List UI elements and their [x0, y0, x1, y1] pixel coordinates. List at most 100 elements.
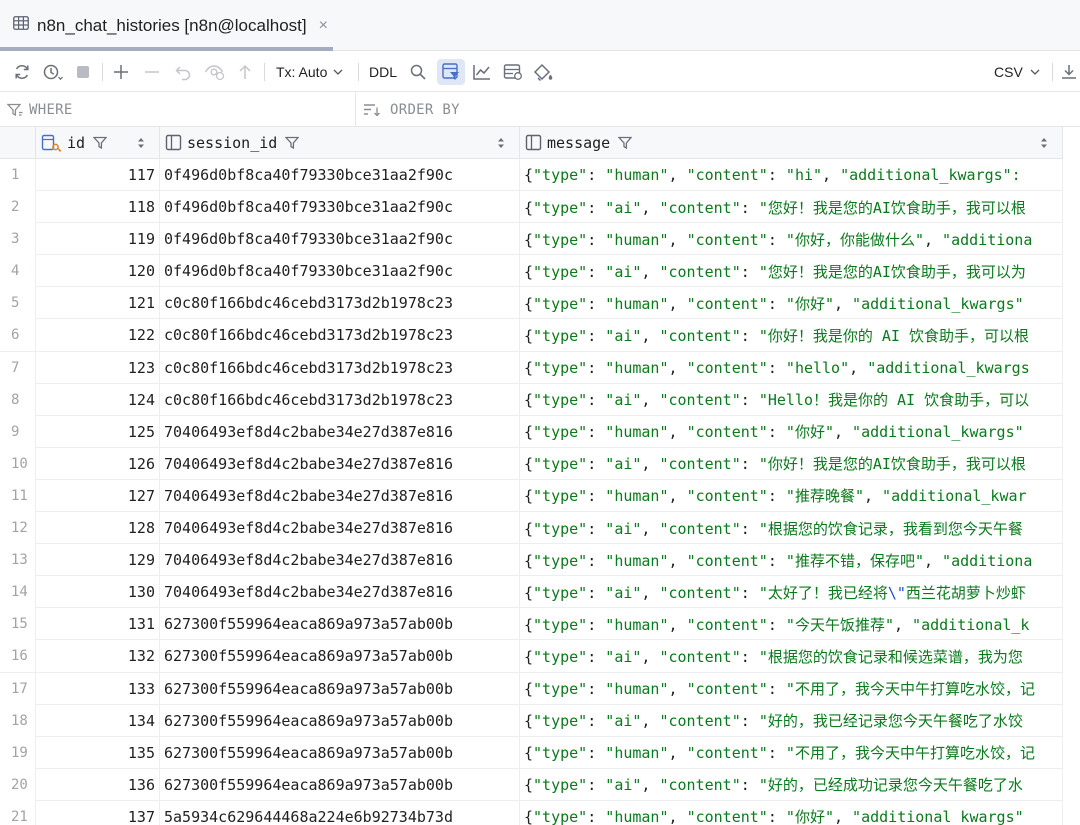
table-row[interactable]: 2 118 0f496d0bf8ca40f79330bce31aa2f90c {… — [0, 191, 1063, 224]
table-row[interactable]: 16 132 627300f559964eaca869a973a57ab00b … — [0, 640, 1063, 673]
cell-session-id[interactable]: 627300f559964eaca869a973a57ab00b — [160, 736, 520, 769]
table-row[interactable]: 10 126 70406493ef8d4c2babe34e27d387e816 … — [0, 447, 1063, 480]
cell-id[interactable]: 128 — [36, 512, 160, 545]
cell-message[interactable]: {"type": "ai", "content": "根据您的饮食记录和候选菜谱… — [520, 640, 1063, 673]
table-row[interactable]: 14 130 70406493ef8d4c2babe34e27d387e816 … — [0, 576, 1063, 609]
table-row[interactable]: 11 127 70406493ef8d4c2babe34e27d387e816 … — [0, 479, 1063, 513]
cell-id[interactable]: 134 — [36, 704, 160, 737]
cell-message[interactable]: {"type": "ai", "content": "您好！我是您的AI饮食助手… — [520, 191, 1063, 224]
cell-id[interactable]: 126 — [36, 447, 160, 480]
cell-message[interactable]: {"type": "human", "content": "你好", "addi… — [520, 287, 1063, 320]
table-row[interactable]: 3 119 0f496d0bf8ca40f79330bce31aa2f90c {… — [0, 223, 1063, 256]
cell-message[interactable]: {"type": "ai", "content": "好的，已经成功记录您今天午… — [520, 768, 1063, 801]
cell-message[interactable]: {"type": "ai", "content": "你好！我是您的AI饮食助手… — [520, 447, 1063, 480]
cell-message[interactable]: {"type": "ai", "content": "Hello！我是你的 AI… — [520, 383, 1063, 416]
cell-id[interactable]: 117 — [36, 159, 160, 191]
search-icon[interactable] — [406, 59, 430, 85]
cell-id[interactable]: 135 — [36, 736, 160, 769]
filter-icon[interactable] — [285, 136, 300, 150]
cell-session-id[interactable]: 5a5934c629644468a224e6b92734b73d — [160, 800, 520, 825]
column-header-id[interactable]: id — [36, 127, 160, 159]
cell-id[interactable]: 129 — [36, 544, 160, 577]
cell-id[interactable]: 118 — [36, 191, 160, 224]
cell-session-id[interactable]: 0f496d0bf8ca40f79330bce31aa2f90c — [160, 255, 520, 288]
cell-id[interactable]: 123 — [36, 351, 160, 384]
cell-id[interactable]: 133 — [36, 672, 160, 705]
vertical-scrollbar[interactable] — [1063, 127, 1080, 825]
table-row[interactable]: 20 136 627300f559964eaca869a973a57ab00b … — [0, 768, 1063, 801]
cell-id[interactable]: 120 — [36, 255, 160, 288]
cell-message[interactable]: {"type": "ai", "content": "太好了！我已经将\"西兰花… — [520, 576, 1063, 609]
cell-session-id[interactable]: c0c80f166bdc46cebd3173d2b1978c23 — [160, 287, 520, 320]
cell-id[interactable]: 131 — [36, 608, 160, 641]
cell-message[interactable]: {"type": "ai", "content": "根据您的饮食记录，我看到您… — [520, 512, 1063, 545]
cell-session-id[interactable]: 627300f559964eaca869a973a57ab00b — [160, 608, 520, 641]
cell-session-id[interactable]: 70406493ef8d4c2babe34e27d387e816 — [160, 479, 520, 512]
table-row[interactable]: 15 131 627300f559964eaca869a973a57ab00b … — [0, 608, 1063, 641]
table-row[interactable]: 17 133 627300f559964eaca869a973a57ab00b … — [0, 672, 1063, 705]
history-icon[interactable] — [40, 59, 66, 85]
sort-icon[interactable] — [137, 136, 145, 154]
sort-icon[interactable] — [497, 136, 505, 154]
cell-session-id[interactable]: 627300f559964eaca869a973a57ab00b — [160, 704, 520, 737]
table-row[interactable]: 21 137 5a5934c629644468a224e6b92734b73d … — [0, 800, 1063, 825]
cell-session-id[interactable]: 627300f559964eaca869a973a57ab00b — [160, 768, 520, 801]
cell-id[interactable]: 121 — [36, 287, 160, 320]
table-row[interactable]: 9 125 70406493ef8d4c2babe34e27d387e816 {… — [0, 415, 1063, 448]
cell-id[interactable]: 127 — [36, 479, 160, 512]
delete-row-icon[interactable] — [141, 59, 163, 85]
cell-message[interactable]: {"type": "ai", "content": "好的，我已经记录您今天午餐… — [520, 704, 1063, 737]
cell-message[interactable]: {"type": "human", "content": "推荐晚餐", "ad… — [520, 479, 1063, 512]
chart-icon[interactable] — [469, 59, 495, 85]
where-filter-input[interactable]: WHERE — [7, 92, 347, 127]
cell-id[interactable]: 130 — [36, 576, 160, 609]
tx-mode-dropdown[interactable]: Tx: Auto — [276, 59, 352, 85]
cell-session-id[interactable]: 0f496d0bf8ca40f79330bce31aa2f90c — [160, 223, 520, 256]
cell-session-id[interactable]: c0c80f166bdc46cebd3173d2b1978c23 — [160, 351, 520, 384]
table-settings-icon[interactable] — [500, 59, 526, 85]
cell-id[interactable]: 122 — [36, 319, 160, 352]
table-row[interactable]: 13 129 70406493ef8d4c2babe34e27d387e816 … — [0, 544, 1063, 577]
submit-icon[interactable] — [234, 59, 256, 85]
cell-id[interactable]: 132 — [36, 640, 160, 673]
close-icon[interactable]: × — [319, 17, 328, 35]
table-row[interactable]: 19 135 627300f559964eaca869a973a57ab00b … — [0, 736, 1063, 769]
cell-id[interactable]: 136 — [36, 768, 160, 801]
cell-message[interactable]: {"type": "human", "content": "hello", "a… — [520, 351, 1063, 384]
stop-icon[interactable] — [72, 59, 94, 85]
cell-session-id[interactable]: 70406493ef8d4c2babe34e27d387e816 — [160, 512, 520, 545]
refresh-icon[interactable] — [10, 59, 34, 85]
cell-id[interactable]: 125 — [36, 415, 160, 448]
table-row[interactable]: 8 124 c0c80f166bdc46cebd3173d2b1978c23 {… — [0, 383, 1063, 416]
table-row[interactable]: 7 123 c0c80f166bdc46cebd3173d2b1978c23 {… — [0, 351, 1063, 384]
cell-session-id[interactable]: 627300f559964eaca869a973a57ab00b — [160, 640, 520, 673]
column-header-session-id[interactable]: session_id — [160, 127, 520, 159]
cell-message[interactable]: {"type": "human", "content": "你好，你能做什么",… — [520, 223, 1063, 256]
cell-message[interactable]: {"type": "human", "content": "你好", "addi… — [520, 800, 1063, 825]
table-row[interactable]: 1 117 0f496d0bf8ca40f79330bce31aa2f90c {… — [0, 159, 1063, 192]
filter-icon[interactable] — [618, 136, 633, 150]
export-format-dropdown[interactable]: CSV — [994, 59, 1044, 85]
table-row[interactable]: 18 134 627300f559964eaca869a973a57ab00b … — [0, 704, 1063, 737]
cell-message[interactable]: {"type": "human", "content": "不用了，我今天中午打… — [520, 672, 1063, 705]
cell-message[interactable]: {"type": "human", "content": "今天午饭推荐", "… — [520, 608, 1063, 641]
cell-id[interactable]: 137 — [36, 800, 160, 825]
cell-id[interactable]: 124 — [36, 383, 160, 416]
paint-bucket-icon[interactable] — [530, 59, 556, 85]
cell-message[interactable]: {"type": "ai", "content": "你好！我是你的 AI 饮食… — [520, 319, 1063, 352]
column-header-message[interactable]: message — [520, 127, 1063, 159]
revert-icon[interactable] — [172, 59, 194, 85]
cell-session-id[interactable]: 0f496d0bf8ca40f79330bce31aa2f90c — [160, 159, 520, 191]
filter-icon[interactable] — [93, 136, 108, 150]
table-row[interactable]: 6 122 c0c80f166bdc46cebd3173d2b1978c23 {… — [0, 319, 1063, 352]
cell-id[interactable]: 119 — [36, 223, 160, 256]
cell-session-id[interactable]: c0c80f166bdc46cebd3173d2b1978c23 — [160, 383, 520, 416]
cell-session-id[interactable]: c0c80f166bdc46cebd3173d2b1978c23 — [160, 319, 520, 352]
download-icon[interactable] — [1060, 59, 1080, 85]
table-row[interactable]: 12 128 70406493ef8d4c2babe34e27d387e816 … — [0, 512, 1063, 545]
cell-session-id[interactable]: 70406493ef8d4c2babe34e27d387e816 — [160, 447, 520, 480]
table-row[interactable]: 4 120 0f496d0bf8ca40f79330bce31aa2f90c {… — [0, 255, 1063, 288]
ddl-button[interactable]: DDL — [366, 59, 400, 85]
cell-message[interactable]: {"type": "ai", "content": "您好！我是您的AI饮食助手… — [520, 255, 1063, 288]
cell-session-id[interactable]: 0f496d0bf8ca40f79330bce31aa2f90c — [160, 191, 520, 224]
